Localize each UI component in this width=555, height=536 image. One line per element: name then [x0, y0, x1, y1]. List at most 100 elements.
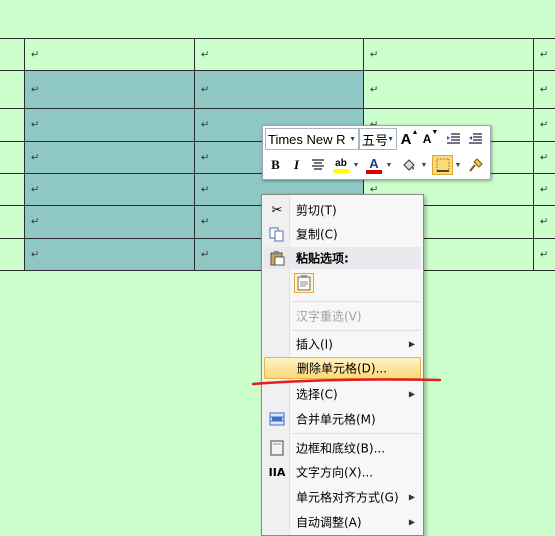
table-cell[interactable]: [0, 141, 25, 174]
cell-end-mark: ↵: [540, 152, 549, 163]
cell-end-mark: ↵: [31, 152, 40, 163]
highlight-icon: ab: [335, 157, 347, 169]
cell-end-mark: ↵: [31, 184, 40, 195]
menu-item-delete-cells[interactable]: 删除单元格(D)...: [264, 357, 421, 379]
table-cell[interactable]: [0, 238, 25, 271]
menu-item-insert[interactable]: 插入(I) ▶: [264, 333, 421, 355]
bold-button[interactable]: B: [266, 155, 285, 175]
font-size-dropdown[interactable]: 五号 ▼: [359, 128, 397, 150]
font-color-icon: A: [369, 155, 379, 171]
text-direction-icon: IIA: [268, 465, 286, 479]
menu-item-label: 删除单元格(D)...: [297, 361, 388, 376]
scissors-icon: ✂: [271, 202, 283, 218]
highlight-dropdown-arrow[interactable]: ▼: [352, 157, 360, 173]
table-cell[interactable]: ↵: [533, 70, 555, 109]
italic-button[interactable]: I: [287, 155, 306, 175]
font-color-button[interactable]: A: [364, 155, 384, 175]
table-cell[interactable]: ↵: [533, 141, 555, 174]
menu-item-text-direction[interactable]: IIA 文字方向(X)...: [264, 461, 421, 483]
format-painter-button[interactable]: [466, 155, 485, 175]
paste-keep-text-button[interactable]: [294, 273, 314, 293]
borders-icon: [436, 158, 449, 172]
table-cell[interactable]: ↵: [533, 238, 555, 271]
cell-end-mark: ↵: [540, 184, 549, 195]
cell-end-mark: ↵: [31, 49, 40, 60]
increase-indent-button[interactable]: [465, 129, 484, 149]
cell-end-mark: ↵: [370, 84, 379, 95]
cell-end-mark: ↵: [31, 84, 40, 95]
chevron-down-icon: ▼: [349, 135, 356, 143]
shading-dropdown-arrow[interactable]: ▼: [420, 157, 428, 173]
bold-icon: B: [271, 157, 280, 172]
highlight-color-swatch: [333, 168, 349, 173]
submenu-arrow-icon: ▶: [408, 492, 415, 502]
menu-item-select[interactable]: 选择(C) ▶: [264, 383, 421, 405]
table-cell[interactable]: ↵: [533, 38, 555, 71]
menu-item-label: 复制(C): [296, 227, 338, 242]
menu-item-copy[interactable]: 复制(C): [264, 223, 421, 245]
italic-icon: I: [293, 157, 300, 172]
cell-end-mark: ↵: [540, 216, 549, 228]
highlight-button[interactable]: ab: [330, 155, 352, 175]
decrease-indent-button[interactable]: [443, 129, 462, 149]
table-cell[interactable]: ↵: [194, 38, 364, 71]
font-size-value: 五号: [362, 132, 389, 148]
table-cell[interactable]: [0, 38, 25, 71]
table-cell[interactable]: [0, 205, 25, 239]
cell-end-mark: ↵: [201, 84, 210, 95]
menu-item-borders-shading[interactable]: 边框和底纹(B)...: [264, 437, 421, 459]
borders-button[interactable]: [432, 155, 453, 175]
table-cell[interactable]: ↵: [24, 205, 195, 239]
grow-font-icon: A: [400, 130, 412, 148]
table-cell[interactable]: ↵: [24, 108, 195, 142]
borders-dropdown-arrow[interactable]: ▼: [454, 157, 462, 173]
font-name-value: Times New R: [268, 131, 346, 147]
center-align-button[interactable]: [308, 155, 327, 175]
cell-end-mark: ↵: [201, 49, 210, 60]
context-menu: ✂ 剪切(T) 复制(C) 粘贴选项: 汉字重选(V) 插入(I) ▶ 删除单元…: [261, 194, 424, 536]
menu-item-label: 汉字重选(V): [296, 309, 362, 324]
format-painter-icon: [468, 158, 483, 172]
table-cell[interactable]: ↵: [24, 173, 195, 206]
table-cell[interactable]: ↵: [24, 70, 195, 109]
table-cell[interactable]: ↵: [24, 38, 195, 71]
shading-button[interactable]: [398, 155, 420, 175]
menu-item-label: 文字方向(X)...: [296, 465, 374, 480]
menu-separator: [292, 433, 421, 434]
font-color-dropdown-arrow[interactable]: ▼: [385, 157, 393, 173]
font-name-dropdown[interactable]: Times New R ▼: [265, 128, 359, 150]
cell-end-mark: ↵: [31, 249, 40, 260]
cell-end-mark: ↵: [201, 216, 210, 228]
increase-indent-icon: [468, 133, 482, 144]
submenu-arrow-icon: ▶: [408, 339, 415, 349]
table-cell[interactable]: ↵: [194, 70, 364, 109]
table-cell[interactable]: [0, 70, 25, 109]
cell-end-mark: ↵: [201, 152, 210, 163]
menu-item-reconvert[interactable]: 汉字重选(V): [264, 305, 421, 327]
table-cell[interactable]: ↵: [363, 38, 534, 71]
table-cell[interactable]: [0, 108, 25, 142]
menu-item-autofit[interactable]: 自动调整(A) ▶: [264, 511, 421, 533]
menu-item-cell-alignment[interactable]: 单元格对齐方式(G) ▶: [264, 486, 421, 508]
shrink-font-icon: A: [422, 132, 432, 146]
merge-cells-icon: [269, 411, 285, 427]
menu-item-label: 自动调整(A): [296, 515, 362, 530]
menu-item-cut[interactable]: ✂ 剪切(T): [264, 199, 421, 221]
table-cell[interactable]: ↵: [24, 238, 195, 271]
cell-end-mark: ↵: [201, 249, 210, 260]
table-cell[interactable]: ↵: [533, 173, 555, 206]
cell-end-mark: ↵: [31, 119, 40, 131]
grow-font-button[interactable]: A ▲: [400, 129, 419, 149]
submenu-arrow-icon: ▶: [408, 389, 415, 399]
menu-item-label: 插入(I): [296, 337, 333, 352]
table-cell[interactable]: ↵: [24, 141, 195, 174]
table-cell[interactable]: ↵: [533, 108, 555, 142]
table-cell[interactable]: ↵: [533, 205, 555, 239]
table-cell[interactable]: ↵: [363, 70, 534, 109]
menu-item-merge-cells[interactable]: 合并单元格(M): [264, 408, 421, 430]
cell-end-mark: ↵: [201, 119, 210, 131]
shrink-font-button[interactable]: A ▼: [421, 129, 440, 149]
paste-icon: [269, 250, 285, 269]
menu-item-label: 选择(C): [296, 387, 338, 402]
table-cell[interactable]: [0, 173, 25, 206]
